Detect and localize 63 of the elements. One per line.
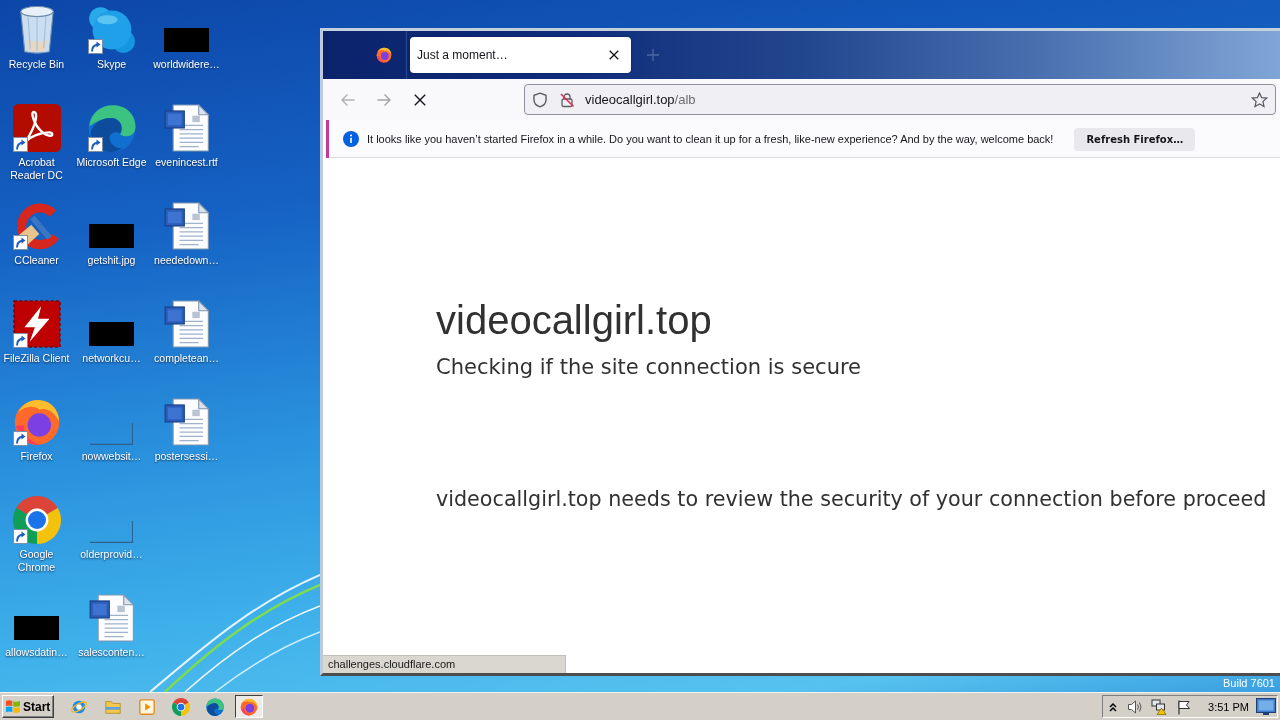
right-arrow-icon xyxy=(376,91,392,108)
flag-logo-icon xyxy=(5,699,21,714)
desktop-icon-label[interactable]: completean… xyxy=(154,352,219,365)
document-icon[interactable] xyxy=(87,594,136,642)
address-bar[interactable]: videocallgirl.top/alb xyxy=(524,84,1276,115)
star-icon[interactable] xyxy=(1251,91,1268,108)
desktop-icon-label[interactable]: Microsoft Edge xyxy=(76,156,147,169)
desktop-icon-label[interactable]: olderprovid… xyxy=(80,548,143,561)
document-icon[interactable] xyxy=(162,300,211,348)
shield-icon[interactable] xyxy=(532,91,548,108)
desktop-icon-label[interactable]: CCleaner xyxy=(14,254,59,267)
firefox-icon[interactable] xyxy=(376,47,392,63)
taskbar-app-button[interactable] xyxy=(235,695,263,718)
desktop-icon-label[interactable]: FileZilla Client xyxy=(3,352,70,365)
page-text: videocallgirl.top needs to review the security of your connection before proceed xyxy=(436,486,1267,513)
close-icon[interactable] xyxy=(609,50,619,60)
page-heading: videocallgirl.top xyxy=(436,297,712,344)
left-arrow-icon xyxy=(340,91,356,108)
desktop-icon-label[interactable]: neededown… xyxy=(154,254,219,267)
image-thumbnail-icon[interactable] xyxy=(163,28,210,52)
blank-thumbnail-icon[interactable] xyxy=(89,422,134,445)
crossed-lock-icon[interactable] xyxy=(559,91,575,108)
page-subheading: Checking if the site connection is secure xyxy=(436,354,862,381)
acrobat-icon[interactable] xyxy=(12,104,61,152)
notification-message: It looks like you haven’t started Firefox in a while. Do you want to clean it up for a fresh, like-new experience? And by the way, welcome back! xyxy=(367,133,1054,145)
desktop-icon-label[interactable]: Skype xyxy=(96,58,127,71)
desktop-icon-label[interactable]: Firefox xyxy=(20,450,53,463)
chrome-icon xyxy=(172,697,190,716)
desktop-icon-label[interactable]: Google Chrome xyxy=(0,548,73,574)
desktop-icon-label[interactable]: nowwebsit… xyxy=(81,450,142,463)
document-icon[interactable] xyxy=(162,202,211,250)
url-text[interactable]: videocallgirl.top/alb xyxy=(585,92,696,107)
refresh-button[interactable]: Refresh Firefox… xyxy=(1074,127,1196,151)
status-bar: challenges.cloudflare.com xyxy=(323,655,566,673)
desktop-icon-label[interactable]: networkcu… xyxy=(82,352,141,365)
build-label: Build 7601 xyxy=(1223,677,1275,690)
flag-icon[interactable] xyxy=(1176,698,1193,715)
desktop-icon-label[interactable]: Acrobat Reader DC xyxy=(0,156,73,182)
browser-tab[interactable]: Just a moment… xyxy=(410,37,631,73)
clock-time[interactable]: 3:51 PM xyxy=(1208,700,1249,713)
monitor-icon[interactable] xyxy=(1256,698,1276,715)
blank-thumbnail-icon[interactable] xyxy=(89,520,134,543)
info-icon xyxy=(343,131,359,147)
firefox-icon xyxy=(240,697,258,716)
media-player-icon xyxy=(138,697,156,716)
document-icon[interactable] xyxy=(162,398,211,446)
edge-icon xyxy=(206,697,224,716)
network-warning-icon[interactable] xyxy=(1151,698,1168,715)
image-thumbnail-icon[interactable] xyxy=(88,224,135,248)
image-thumbnail-icon[interactable] xyxy=(88,322,135,346)
desktop-icon-label[interactable]: postersessi… xyxy=(154,450,219,463)
chevron-up-icon[interactable] xyxy=(1109,701,1118,712)
desktop-icon-label[interactable]: evenincest.rtf xyxy=(155,156,218,169)
image-thumbnail-icon[interactable] xyxy=(13,616,60,640)
desktop-icon-label[interactable]: worldwidere… xyxy=(153,58,220,71)
firefox-icon[interactable] xyxy=(12,398,61,446)
speaker-icon[interactable] xyxy=(1127,698,1144,715)
desktop-icon-label[interactable]: getshit.jpg xyxy=(87,254,136,267)
start-button[interactable]: Start xyxy=(2,695,54,718)
filezilla-icon[interactable] xyxy=(12,300,61,348)
desktop-icon-label[interactable]: Recycle Bin xyxy=(8,58,65,71)
close-icon xyxy=(414,93,426,106)
document-icon[interactable] xyxy=(162,104,211,152)
